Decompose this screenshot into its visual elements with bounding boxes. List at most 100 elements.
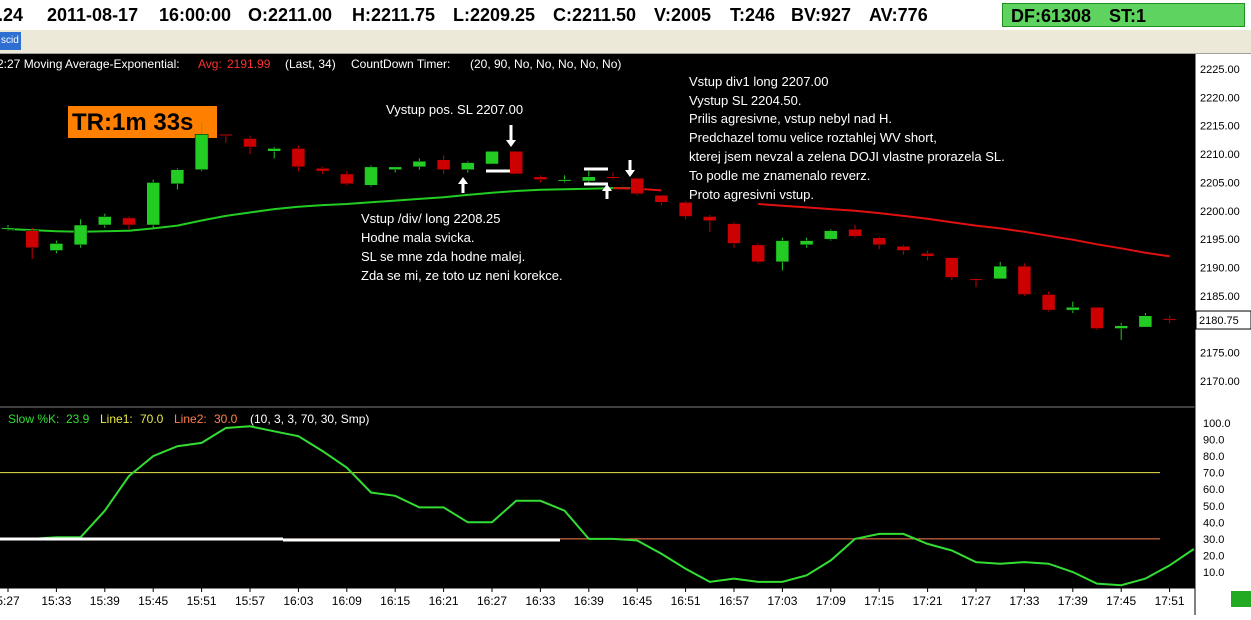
stoch-tick-label: 40.0 — [1203, 517, 1224, 529]
time-tick-label: 16:57 — [719, 594, 749, 608]
stoch-tick-label: 50.0 — [1203, 501, 1224, 513]
quote-ask-volume: AV:776 — [869, 5, 928, 25]
annotation-entry-div1-line: kterej jsem nevzal a zelena DOJI vlastne… — [689, 149, 1005, 164]
time-tick-label: 15:45 — [138, 594, 168, 608]
candle-body — [630, 177, 644, 195]
stoch-tick-label: 80.0 — [1203, 451, 1224, 463]
candle-body — [557, 179, 572, 182]
annotation-entry-div1-line: Predchazel tomu velice roztahlej WV shor… — [689, 130, 937, 145]
time-tick-label: 16:03 — [283, 594, 313, 608]
time-tick-label: 16:39 — [574, 594, 604, 608]
countdown-label: CountDown Timer: — [351, 57, 450, 71]
st-value: ST:1 — [1109, 6, 1147, 26]
stoch-tick-label: 30.0 — [1203, 534, 1224, 546]
candle-body — [73, 224, 88, 246]
time-tick-label: 17:21 — [913, 594, 943, 608]
time-tick-label: 17:27 — [961, 594, 991, 608]
stoch-tick-label: 60.0 — [1203, 484, 1224, 496]
candle-body — [1066, 307, 1080, 311]
stoch-params: (10, 3, 3, 70, 30, Smp) — [250, 412, 369, 426]
quote-bid-volume: BV:927 — [791, 5, 852, 25]
price-tick-label: 2195.00 — [1200, 234, 1240, 246]
annotation-entry-div1-line: Prilis agresivne, vstup nebyl nad H. — [689, 111, 892, 126]
ma-avg-label: Avg: — [198, 57, 222, 71]
price-tick-label: 2185.00 — [1200, 291, 1240, 303]
annotation-entry-div1-line: Proto agresivni vstup. — [689, 187, 814, 202]
timer-badge: TR:1m 33s — [72, 109, 193, 136]
stoch-k-value: 23.9 — [66, 412, 90, 426]
annotation-entry-div1-line: To podle me znamenalo reverz. — [689, 168, 870, 183]
ma-params: (Last, 34) — [285, 57, 336, 71]
quote-low: L:2209.25 — [453, 5, 536, 25]
quote-time: 16:00:00 — [159, 5, 232, 25]
candle-body — [1138, 315, 1153, 328]
candle-body — [848, 229, 862, 237]
stoch-tick-label: 100.0 — [1203, 418, 1231, 430]
candle-body — [920, 253, 935, 257]
time-tick-label: 15:39 — [90, 594, 120, 608]
candle-body — [1090, 307, 1104, 329]
candle-body — [243, 138, 257, 148]
candle-body — [25, 230, 39, 248]
annotation-entry-div-line: SL se mne zda hodne malej. — [361, 249, 525, 264]
stoch-line2-value: 30.0 — [214, 412, 238, 426]
candle-body — [315, 168, 330, 172]
candle-body — [872, 237, 886, 246]
time-tick-label: 16:21 — [429, 594, 459, 608]
quote-open: O:2211.00 — [248, 5, 333, 25]
candle-body — [945, 257, 959, 278]
candle-body — [122, 217, 136, 226]
quote-bar: .24 2011-08-17 16:00:00 O:2211.00 H:2211… — [0, 0, 1251, 30]
candle-body — [267, 148, 281, 152]
candle-body — [678, 202, 693, 217]
chart-panel: 2:27 Moving Average-Exponential: Avg: 21… — [0, 54, 1251, 615]
candle-body — [509, 151, 523, 175]
stoch-line1-value: 70.0 — [140, 412, 164, 426]
corner-indicator — [1231, 591, 1251, 607]
time-tick-label: 16:27 — [477, 594, 507, 608]
candle-body — [364, 166, 378, 186]
candle-body — [1017, 265, 1032, 295]
candle-body — [1, 227, 15, 230]
candle-body — [49, 243, 64, 251]
candle-body — [1041, 294, 1056, 311]
chart-svg: 2:27 Moving Average-Exponential: Avg: 21… — [0, 54, 1251, 615]
quote-high: H:2211.75 — [352, 5, 436, 25]
price-tick-label: 2205.00 — [1200, 177, 1240, 189]
quote-date: 2011-08-17 — [47, 5, 139, 25]
price-tick-label: 2200.00 — [1200, 206, 1240, 218]
time-tick-label: 17:15 — [864, 594, 894, 608]
candle-body — [799, 240, 814, 246]
candle-body — [436, 159, 451, 170]
candle-body — [727, 223, 741, 244]
price-header: 2:27 Moving Average-Exponential: Avg: 21… — [0, 57, 621, 71]
time-tick-label: 15:51 — [187, 594, 217, 608]
time-tick-label: 16:51 — [671, 594, 701, 608]
time-tick-label: 16:09 — [332, 594, 362, 608]
stoch-k-label: Slow %K: — [8, 412, 59, 426]
stoch-tick-label: 90.0 — [1203, 435, 1224, 447]
annotation-exit-pos: Vystup pos. SL 2207.00 — [386, 102, 523, 117]
candle-body — [582, 176, 596, 182]
time-tick-label: 17:33 — [1009, 594, 1039, 608]
candle-body — [654, 194, 669, 203]
price-tick-label: 2210.00 — [1200, 149, 1240, 161]
candle-body — [896, 246, 911, 251]
chart-tab-strip: scid — [0, 30, 1251, 54]
time-tick-label: 17:51 — [1155, 594, 1185, 608]
chart-tab[interactable]: scid — [0, 32, 21, 50]
annotation-entry-div1-line: Vstup div1 long 2207.00 — [689, 74, 829, 89]
stoch-line2-label: Line2: — [174, 412, 207, 426]
quote-close: C:2211.50 — [553, 5, 637, 25]
candle-body — [219, 133, 233, 136]
candle-body — [533, 176, 548, 180]
candle-body — [98, 216, 112, 226]
quote-partial-field: .24 — [0, 5, 24, 25]
price-tick-label: 2220.00 — [1200, 92, 1240, 104]
stoch-tick-label: 10.0 — [1203, 567, 1224, 579]
candle-body — [606, 176, 620, 179]
candle-body — [340, 173, 354, 185]
stoch-tick-label: 20.0 — [1203, 550, 1224, 562]
price-tick-label: 2215.00 — [1200, 121, 1240, 133]
time-tick-label: 17:39 — [1058, 594, 1088, 608]
